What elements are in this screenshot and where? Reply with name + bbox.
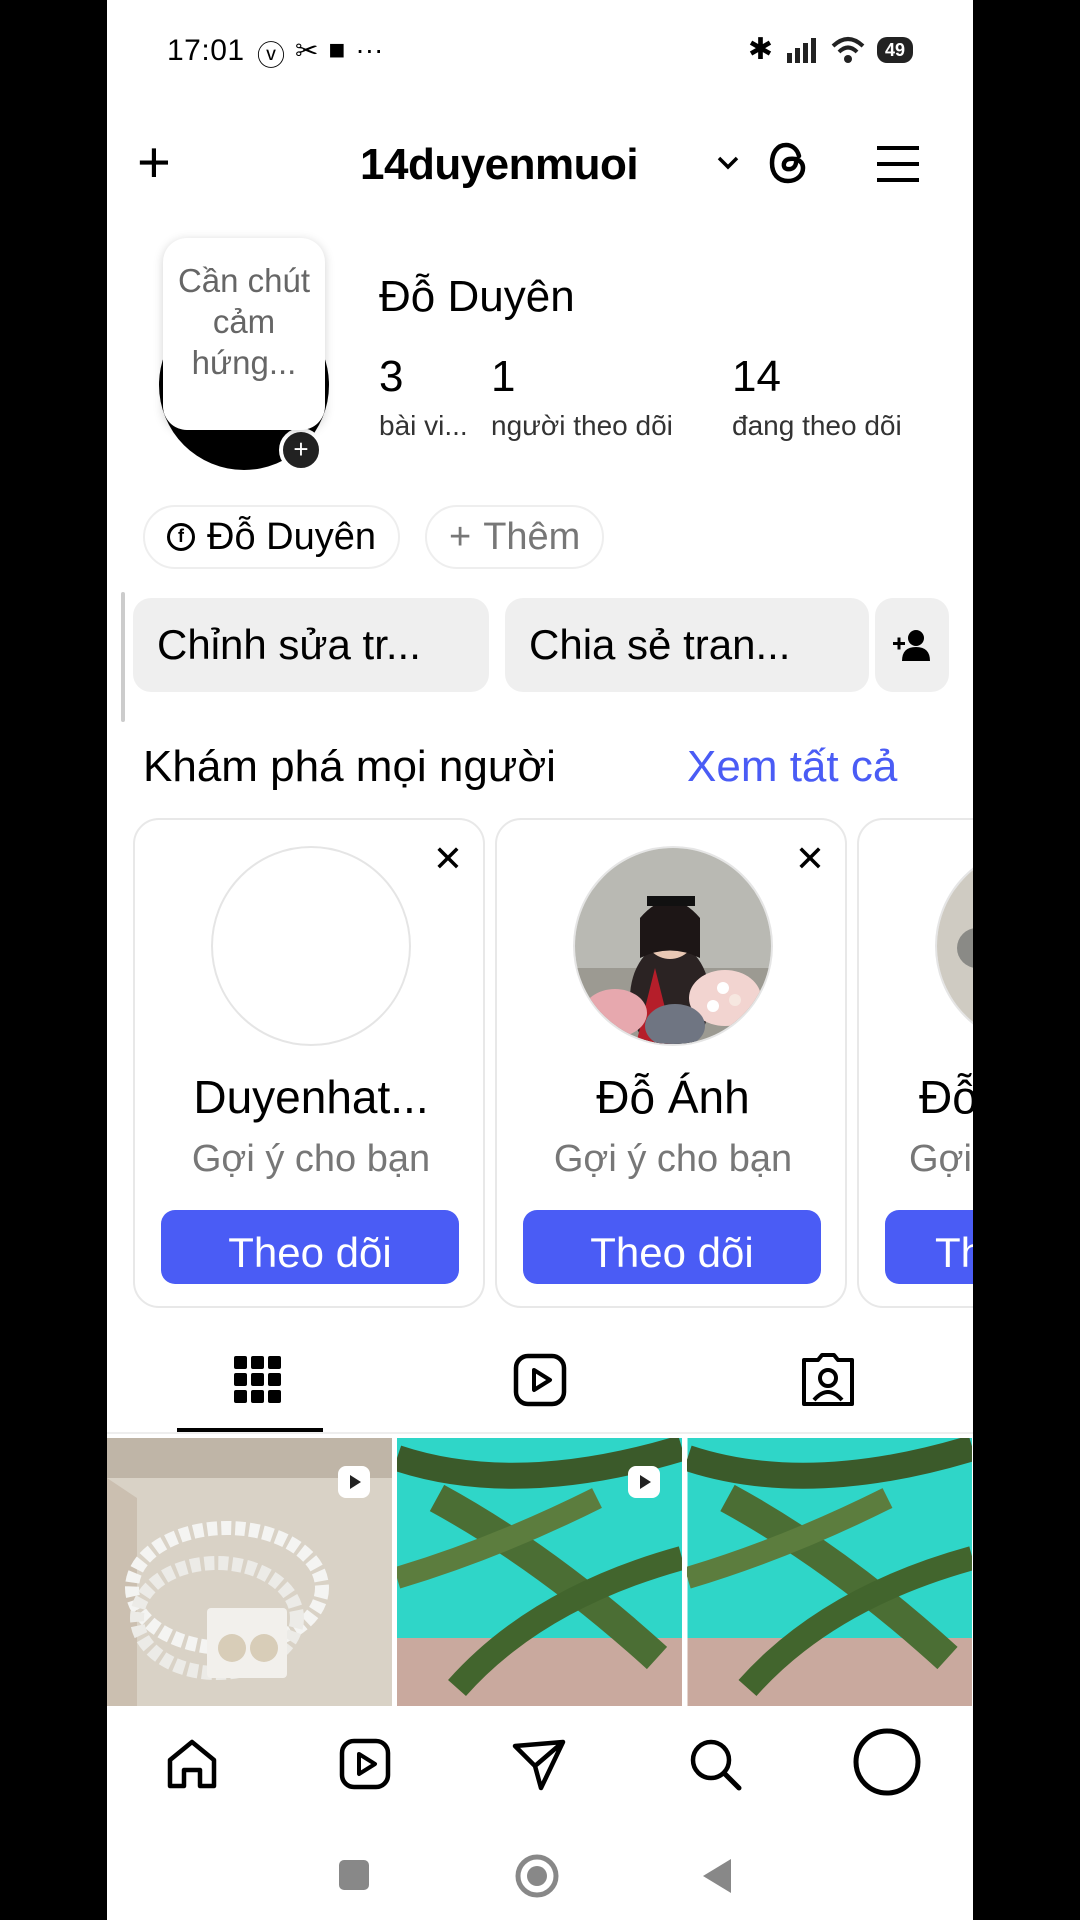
video-icon: ■ (328, 34, 346, 65)
stat-following-value: 14 (732, 352, 781, 401)
chevron-down-icon[interactable] (713, 148, 743, 178)
follow-button[interactable]: Theo dõi (523, 1210, 821, 1284)
home-icon[interactable] (162, 1734, 222, 1794)
messages-icon[interactable] (509, 1734, 569, 1794)
status-right: ✱ 49 (748, 32, 913, 67)
reel-badge-icon (338, 1466, 370, 1498)
status-time: 17:01 (167, 34, 245, 67)
posts-grid (107, 1438, 973, 1706)
back-icon[interactable] (699, 1856, 735, 1896)
viber-icon: ⓥ (257, 40, 286, 71)
bluetooth-icon: ✱ (747, 33, 773, 66)
suggestion-card[interactable]: ✕ Đỗ Ánh Gợi ý cho bạn Theo dõi (495, 818, 847, 1308)
tabs-divider (107, 1432, 973, 1434)
avatar-photo (575, 848, 771, 1044)
suggestion-avatar[interactable] (935, 846, 973, 1046)
threads-icon[interactable] (765, 138, 815, 188)
facebook-link-chip[interactable]: f Đỗ Duyên (143, 505, 400, 569)
reels-icon[interactable] (335, 1734, 395, 1794)
suggestion-card[interactable]: ✕ Duyenhat... Gợi ý cho bạn Theo dõi (133, 818, 485, 1308)
capcut-icon: ✂ (295, 35, 319, 66)
add-link-chip[interactable]: + Thêm (425, 505, 605, 569)
stat-followers[interactable]: 1 người theo dõi (491, 352, 673, 442)
suggestion-avatar[interactable] (573, 846, 773, 1046)
stat-posts[interactable]: 3 bài vi... (379, 352, 468, 442)
grid-icon[interactable] (228, 1350, 288, 1410)
suggestion-name[interactable]: Đỗ Ánh (497, 1070, 845, 1124)
suggestion-name[interactable]: Duyenhat... (135, 1070, 483, 1124)
stat-following[interactable]: 14 đang theo dõi (732, 352, 902, 442)
search-icon[interactable] (685, 1734, 745, 1794)
post-thumbnail[interactable] (397, 1438, 682, 1706)
stat-followers-label: người theo dõi (491, 410, 673, 441)
system-navigation (107, 1816, 973, 1920)
tagged-icon[interactable] (798, 1350, 858, 1410)
suggestion-name[interactable]: Đỗ (859, 1070, 973, 1124)
stat-followers-value: 1 (491, 352, 516, 401)
follow-button[interactable]: Th (885, 1210, 973, 1284)
see-all-link[interactable]: Xem tất cả (687, 742, 897, 792)
plus-icon: + (449, 515, 472, 558)
dismiss-close-icon[interactable]: ✕ (433, 838, 463, 880)
profile-full-name: Đỗ Duyên (379, 272, 575, 321)
more-icon: ··· (355, 34, 384, 65)
suggestion-subtitle: Gợi ý cho bạn (191, 1138, 431, 1180)
recents-icon[interactable] (337, 1858, 371, 1892)
facebook-chip-label: Đỗ Duyên (207, 515, 376, 558)
stat-posts-label: bài vi... (379, 410, 468, 441)
post-thumbnail[interactable] (687, 1438, 972, 1706)
status-bar: 17:01 ⓥ ✂ ■ ··· ✱ 49 (107, 28, 973, 72)
edit-profile-button[interactable]: Chỉnh sửa tr... (133, 598, 489, 692)
menu-icon[interactable] (875, 142, 921, 186)
share-profile-button[interactable]: Chia sẻ tran... (505, 598, 869, 692)
reels-icon[interactable] (510, 1350, 570, 1410)
stat-following-label: đang theo dõi (732, 410, 902, 441)
add-person-icon (893, 630, 930, 661)
battery-indicator: 49 (876, 36, 913, 63)
scroll-indicator (121, 592, 125, 722)
stat-posts-value: 3 (379, 352, 404, 401)
wifi-icon (831, 36, 865, 63)
add-chip-label: Thêm (483, 515, 581, 558)
signal-icon (786, 37, 816, 63)
post-thumbnail[interactable] (107, 1438, 392, 1706)
facebook-icon: f (167, 523, 195, 551)
avatar-photo (937, 848, 973, 1044)
dismiss-close-icon[interactable]: ✕ (795, 838, 825, 880)
suggestion-subtitle: Gợi ý cho bạn (553, 1138, 793, 1180)
suggestion-card-partial[interactable]: Đỗ Gợi Th (857, 818, 973, 1308)
profile-tabs (107, 1350, 973, 1430)
suggestion-subtitle: Gợi (909, 1138, 972, 1180)
username-title[interactable]: 14duyenmuoi (360, 140, 639, 190)
add-story-plus-icon[interactable]: + (279, 428, 323, 472)
note-bubble[interactable]: Cần chút cảm hứng... (163, 238, 325, 430)
profile-screen: 17:01 ⓥ ✂ ■ ··· ✱ 49 + 14duyenmuoi + Cần… (107, 0, 973, 1920)
home-system-icon[interactable] (515, 1854, 559, 1898)
create-plus-icon[interactable]: + (137, 134, 171, 192)
discover-people-button[interactable] (875, 598, 949, 692)
bottom-navigation (107, 1706, 973, 1816)
active-tab-indicator (177, 1428, 323, 1432)
suggestion-avatar[interactable] (211, 846, 411, 1046)
profile-icon[interactable] (851, 1726, 923, 1798)
post-image-palm (687, 1438, 972, 1706)
profile-header: + 14duyenmuoi (107, 130, 973, 200)
reel-badge-icon (628, 1466, 660, 1498)
discover-title: Khám phá mọi người (143, 742, 556, 791)
follow-button[interactable]: Theo dõi (161, 1210, 459, 1284)
status-notification-icons: ⓥ ✂ ■ ··· (257, 34, 383, 74)
